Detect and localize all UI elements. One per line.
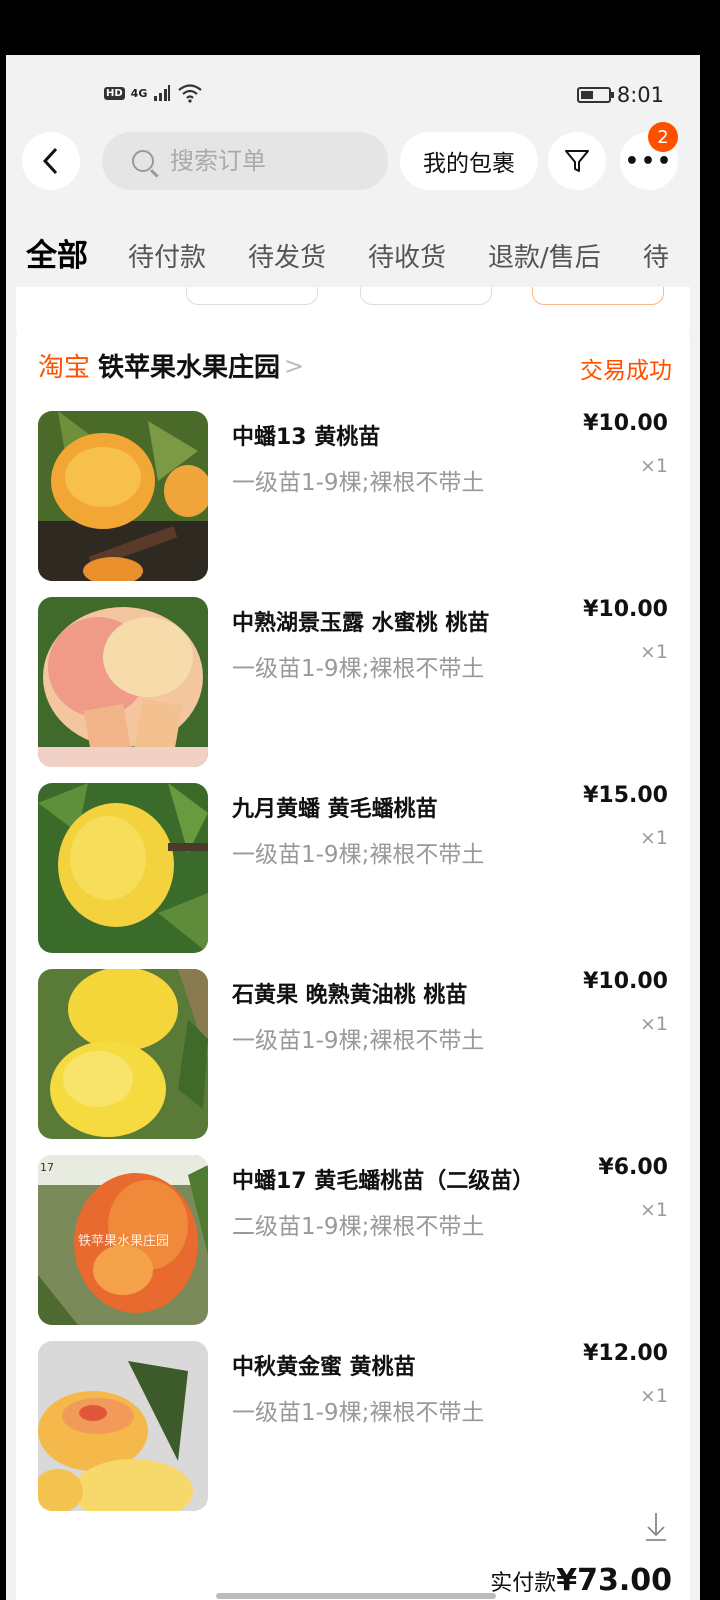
filter-button[interactable] <box>548 132 606 190</box>
order-item[interactable]: 中熟湖景玉露 水蜜桃 桃苗 一级苗1-9棵;裸根不带土 ¥10.00 ×1 <box>38 597 678 767</box>
product-price: ¥15.00 <box>583 783 668 808</box>
product-title: 中蟠17 黄毛蟠桃苗（二级苗） <box>232 1169 535 1194</box>
product-title: 中蟠13 黄桃苗 <box>232 425 381 450</box>
product-thumbnail <box>38 783 208 953</box>
order-status: 交易成功 <box>580 358 672 384</box>
product-thumbnail <box>38 411 208 581</box>
product-quantity: ×1 <box>639 1199 668 1221</box>
order-card[interactable]: 淘宝 铁苹果水果庄园 > 交易成功 中蟠13 黄桃苗 一级苗1-9棵;裸根不带土… <box>16 321 690 1600</box>
product-spec: 一级苗1-9棵;裸根不带土 <box>232 1400 485 1426</box>
product-spec: 一级苗1-9棵;裸根不带土 <box>232 842 485 868</box>
product-thumbnail: 17 铁苹果水果庄园 <box>38 1155 208 1325</box>
search-icon <box>132 150 154 172</box>
tab-pending-payment[interactable]: 待付款 <box>128 237 206 274</box>
product-spec: 二级苗1-9棵;裸根不带土 <box>232 1214 485 1240</box>
shop-name: 铁苹果水果庄园 <box>98 353 281 383</box>
product-price: ¥10.00 <box>583 411 668 436</box>
signal-4g-icon: 4G <box>130 86 148 100</box>
previous-card-button[interactable] <box>186 287 318 305</box>
product-title: 中熟湖景玉露 水蜜桃 桃苗 <box>232 611 490 636</box>
platform-label: 淘宝 <box>38 353 91 383</box>
search-input[interactable] <box>170 147 360 175</box>
tab-pending-receipt[interactable]: 待收货 <box>368 237 446 274</box>
back-button[interactable] <box>22 132 80 190</box>
my-packages-button[interactable]: 我的包裹 <box>400 132 538 190</box>
signal-bars-icon <box>154 85 171 101</box>
product-thumbnail <box>38 969 208 1139</box>
order-item[interactable]: 石黄果 晚熟黄油桃 桃苗 一级苗1-9棵;裸根不带土 ¥10.00 ×1 <box>38 969 678 1139</box>
order-item[interactable]: 中蟠13 黄桃苗 一级苗1-9棵;裸根不带土 ¥10.00 ×1 <box>38 411 678 581</box>
order-total: 实付款 ¥73.00 <box>490 1563 672 1598</box>
product-price: ¥10.00 <box>583 969 668 994</box>
order-item[interactable]: 九月黄蟠 黄毛蟠桃苗 一级苗1-9棵;裸根不带土 ¥15.00 ×1 <box>38 783 678 953</box>
order-tabs: 全部 待付款 待发货 待收货 退款/售后 待 <box>26 230 700 275</box>
clock: 8:01 <box>616 83 664 107</box>
product-spec: 一级苗1-9棵;裸根不带土 <box>232 656 485 682</box>
product-quantity: ×1 <box>639 1385 668 1407</box>
notification-badge: 2 <box>648 122 678 152</box>
total-amount: ¥73.00 <box>556 1563 672 1598</box>
product-price: ¥10.00 <box>583 597 668 622</box>
wifi-icon <box>178 84 203 103</box>
previous-card-button[interactable] <box>532 287 664 305</box>
chevron-right-icon: > <box>284 351 305 380</box>
my-packages-label: 我的包裹 <box>423 151 515 177</box>
order-item[interactable]: 中秋黄金蜜 黄桃苗 一级苗1-9棵;裸根不带土 ¥12.00 ×1 <box>38 1341 678 1511</box>
product-price: ¥12.00 <box>583 1341 668 1366</box>
product-quantity: ×1 <box>639 641 668 663</box>
product-title: 中秋黄金蜜 黄桃苗 <box>232 1355 416 1380</box>
chevron-left-icon <box>42 147 58 175</box>
product-quantity: ×1 <box>639 827 668 849</box>
battery-icon <box>576 87 614 103</box>
product-price: ¥6.00 <box>598 1155 668 1180</box>
tab-refund-aftersale[interactable]: 退款/售后 <box>488 237 601 274</box>
tab-pending-shipment[interactable]: 待发货 <box>248 237 326 274</box>
product-thumbnail <box>38 1341 208 1511</box>
thumb-watermark: 铁苹果水果庄园 <box>78 1233 169 1249</box>
product-thumbnail <box>38 597 208 767</box>
total-label: 实付款 <box>490 1571 557 1596</box>
tab-pending-review[interactable]: 待 <box>643 237 669 274</box>
order-item[interactable]: 17 铁苹果水果庄园 中蟠17 黄毛蟠桃苗（二级苗） 二级苗1-9棵;裸根不带土… <box>38 1155 678 1325</box>
product-title: 石黄果 晚熟黄油桃 桃苗 <box>232 983 468 1008</box>
more-dots-icon: ••• <box>624 148 674 174</box>
product-title: 九月黄蟠 黄毛蟠桃苗 <box>232 797 438 822</box>
home-indicator[interactable] <box>216 1593 496 1599</box>
status-bar: HD 4G 8:01 <box>6 55 700 130</box>
filter-icon <box>565 150 589 172</box>
product-quantity: ×1 <box>639 455 668 477</box>
product-spec: 一级苗1-9棵;裸根不带土 <box>232 470 485 496</box>
product-quantity: ×1 <box>639 1013 668 1035</box>
tab-all[interactable]: 全部 <box>26 230 88 275</box>
thumb-tag: 17 <box>40 1161 54 1174</box>
shop-header[interactable]: 淘宝 铁苹果水果庄园 > <box>38 347 304 384</box>
search-bar[interactable] <box>102 132 388 190</box>
app-screen: HD 4G 8:01 我的包裹 <box>6 55 700 1600</box>
product-spec: 一级苗1-9棵;裸根不带土 <box>232 1028 485 1054</box>
hd-icon: HD <box>104 86 125 100</box>
arrow-down-icon[interactable] <box>644 1511 668 1541</box>
previous-card-button[interactable] <box>360 287 492 305</box>
